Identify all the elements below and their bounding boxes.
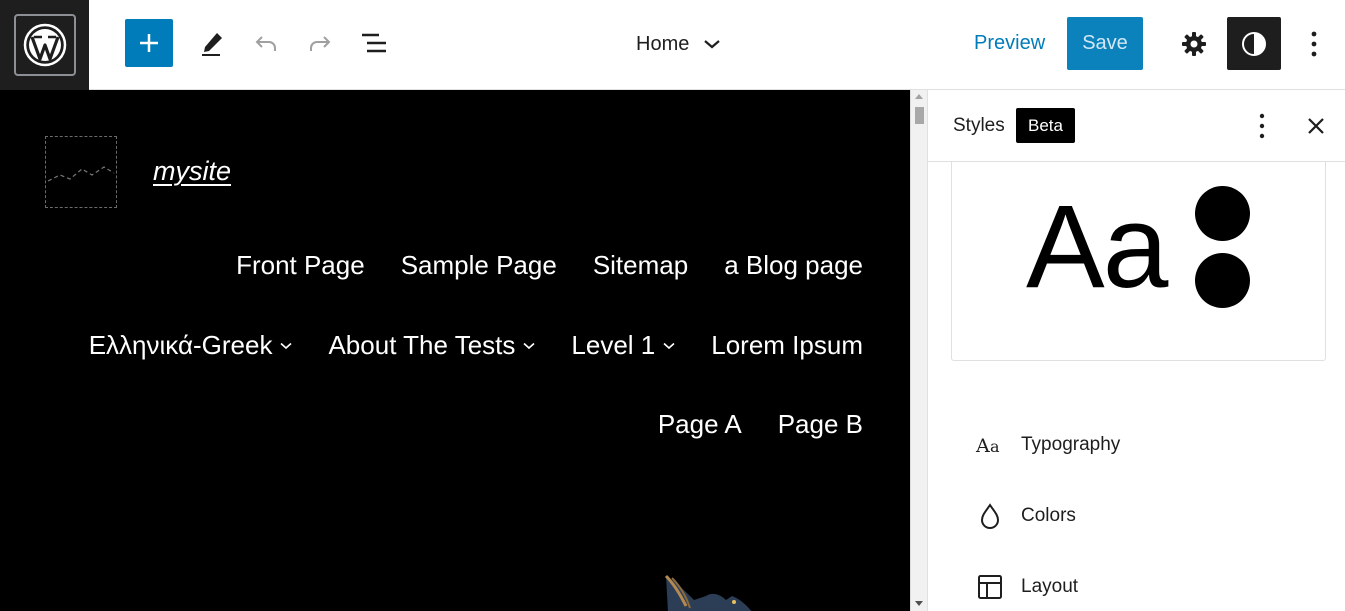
list-view-icon [362, 33, 386, 53]
nav-item-page-a[interactable]: Page A [658, 409, 742, 440]
nav-item-label: Lorem Ipsum [711, 330, 863, 360]
nav-item-blog-page[interactable]: a Blog page [724, 250, 863, 281]
edit-tool-button[interactable] [194, 25, 230, 61]
navigation-row-2: Ελληνικά-Greek About The Tests Level 1 L… [89, 330, 863, 361]
scroll-down-arrow-icon[interactable] [915, 601, 923, 606]
options-menu-button[interactable] [1300, 26, 1328, 62]
add-block-button[interactable] [125, 19, 173, 67]
nav-item-label: Ελληνικά-Greek [88, 330, 273, 360]
styles-toggle-button[interactable] [1227, 17, 1281, 70]
chevron-down-icon [523, 342, 535, 349]
nav-item-sitemap[interactable]: Sitemap [593, 250, 688, 281]
menu-item-label: Layout [1021, 576, 1079, 597]
list-view-button[interactable] [356, 27, 392, 59]
nav-item-greek[interactable]: Ελληνικά-Greek [89, 330, 293, 361]
typography-preview: Aa [1026, 181, 1168, 313]
nav-item-front-page[interactable]: Front Page [236, 250, 365, 281]
editor-header: Home Preview Save [0, 0, 1345, 90]
more-vertical-icon [1259, 113, 1265, 139]
navigation-row-1: Front Page Sample Page Sitemap a Blog pa… [236, 250, 863, 281]
beta-badge: Beta [1016, 108, 1075, 143]
close-icon [1308, 118, 1324, 134]
nav-item-label: Level 1 [571, 330, 656, 360]
save-button[interactable]: Save [1067, 17, 1143, 70]
nav-item-label: About The Tests [328, 330, 516, 360]
canvas-scrollbar[interactable] [910, 90, 927, 611]
wordpress-icon [13, 14, 76, 76]
typography-icon: A a [975, 430, 1005, 460]
document-title: Home [636, 32, 690, 55]
gear-icon [1182, 32, 1206, 56]
image-placeholder-icon [47, 166, 115, 182]
svg-text:A: A [975, 435, 990, 457]
sidebar-header: Styles Beta [928, 90, 1345, 162]
pencil-icon [202, 33, 222, 56]
wordpress-logo-button[interactable] [0, 0, 89, 90]
chevron-down-icon [663, 342, 675, 349]
plus-icon [140, 34, 158, 52]
menu-item-label: Colors [1021, 505, 1076, 526]
navigation-row-3: Page A Page B [658, 409, 863, 440]
more-vertical-icon [1311, 31, 1317, 57]
droplet-icon [975, 501, 1005, 531]
close-sidebar-button[interactable] [1304, 112, 1328, 140]
nav-item-sample-page[interactable]: Sample Page [401, 250, 557, 281]
redo-icon [310, 36, 331, 51]
nav-item-lorem-ipsum[interactable]: Lorem Ipsum [711, 330, 863, 361]
sidebar-more-button[interactable] [1250, 112, 1274, 140]
undo-button[interactable] [250, 27, 282, 59]
chevron-down-icon [280, 342, 293, 349]
sidebar-title: Styles [953, 115, 1005, 136]
nav-item-about-the-tests[interactable]: About The Tests [328, 330, 535, 361]
color-swatch-secondary [1195, 253, 1250, 308]
site-title[interactable]: mysite [153, 156, 231, 187]
undo-icon [255, 36, 276, 51]
site-logo-placeholder[interactable] [45, 136, 117, 208]
color-swatch-primary [1195, 186, 1250, 241]
colors-menu-item[interactable]: Colors [975, 498, 1076, 534]
scroll-up-arrow-icon[interactable] [915, 94, 923, 99]
contrast-icon [1242, 31, 1266, 56]
redo-button[interactable] [304, 27, 336, 59]
style-preview-card[interactable]: Aa [951, 162, 1326, 361]
menu-item-label: Typography [1021, 434, 1121, 455]
editor-canvas[interactable]: mysite Front Page Sample Page Sitemap a … [0, 90, 910, 611]
nav-item-page-b[interactable]: Page B [778, 409, 863, 440]
bird-image[interactable] [660, 574, 760, 611]
scrollbar-thumb[interactable] [915, 107, 924, 124]
styles-sidebar: Styles Beta Aa A a Typography Colors Lay… [927, 90, 1345, 611]
nav-item-level-1[interactable]: Level 1 [571, 330, 675, 361]
svg-text:a: a [990, 437, 1000, 456]
preview-button[interactable]: Preview [974, 32, 1045, 55]
typography-menu-item[interactable]: A a Typography [975, 427, 1120, 463]
chevron-down-icon [704, 40, 721, 49]
layout-icon [975, 572, 1005, 602]
document-title-dropdown[interactable]: Home [636, 30, 721, 58]
layout-menu-item[interactable]: Layout [975, 569, 1078, 605]
settings-button[interactable] [1176, 26, 1212, 62]
